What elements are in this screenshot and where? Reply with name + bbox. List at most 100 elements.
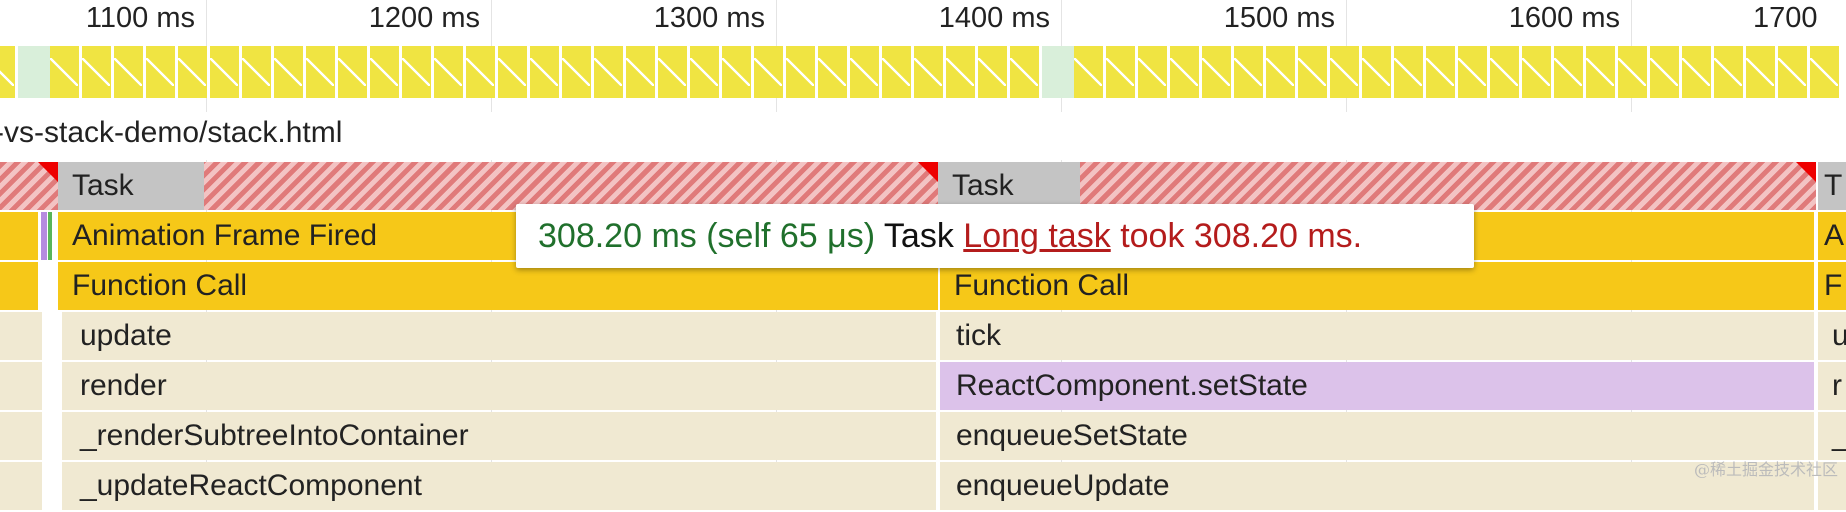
dropped-frame[interactable] — [1650, 46, 1679, 98]
js-frame-block[interactable]: u — [1818, 312, 1846, 360]
update-component-frame[interactable]: _updateReactComponent — [62, 462, 936, 510]
dropped-frame[interactable] — [178, 46, 207, 98]
tooltip-warning-text: took 308.20 ms. — [1120, 217, 1363, 255]
tick-label: 1300 ms — [653, 2, 765, 34]
dropped-frame[interactable] — [1234, 46, 1263, 98]
dropped-frame[interactable] — [0, 46, 15, 98]
frames-track[interactable] — [0, 46, 1846, 98]
dropped-frame[interactable] — [1746, 46, 1775, 98]
dropped-frame[interactable] — [1522, 46, 1551, 98]
dropped-frame[interactable] — [1554, 46, 1583, 98]
dropped-frame[interactable] — [1106, 46, 1135, 98]
dropped-frame[interactable] — [818, 46, 847, 98]
dropped-frame[interactable] — [1138, 46, 1167, 98]
dropped-frame[interactable] — [114, 46, 143, 98]
long-task-block[interactable]: Task — [58, 162, 938, 210]
dropped-frame[interactable] — [338, 46, 367, 98]
dropped-frame[interactable] — [466, 46, 495, 98]
tick-label: 1600 ms — [1508, 2, 1620, 34]
set-state-frame[interactable]: ReactComponent.setState — [940, 362, 1814, 410]
dropped-frame[interactable] — [1266, 46, 1295, 98]
dropped-frame[interactable] — [1714, 46, 1743, 98]
dropped-frame[interactable] — [914, 46, 943, 98]
long-task-link[interactable]: Long task — [963, 217, 1110, 255]
dropped-frame[interactable] — [1010, 46, 1039, 98]
dropped-frame[interactable] — [1618, 46, 1647, 98]
dropped-frame[interactable] — [978, 46, 1007, 98]
dropped-frame[interactable] — [306, 46, 335, 98]
dropped-frame[interactable] — [786, 46, 815, 98]
dropped-frame[interactable] — [594, 46, 623, 98]
dropped-frame[interactable] — [434, 46, 463, 98]
dropped-frame[interactable] — [146, 46, 175, 98]
dropped-frame[interactable] — [1778, 46, 1807, 98]
dropped-frame[interactable] — [242, 46, 271, 98]
dropped-frame[interactable] — [498, 46, 527, 98]
dropped-frame[interactable] — [882, 46, 911, 98]
dropped-frame[interactable] — [402, 46, 431, 98]
js-frame-block[interactable] — [0, 312, 42, 360]
function-call-block[interactable] — [0, 262, 38, 310]
render-subtree-frame[interactable]: _renderSubtreeIntoContainer — [62, 412, 936, 460]
dropped-frame[interactable] — [1362, 46, 1391, 98]
dropped-frame[interactable] — [690, 46, 719, 98]
dropped-frame[interactable] — [1202, 46, 1231, 98]
enqueue-set-state-frame[interactable]: enqueueSetState — [940, 412, 1814, 460]
call-stack-row: _updateReactComponent enqueueUpdate — [0, 462, 1846, 512]
dropped-frame[interactable] — [1426, 46, 1455, 98]
dropped-frame[interactable] — [530, 46, 559, 98]
tick-frame[interactable]: tick — [940, 312, 1814, 360]
dropped-frame[interactable] — [50, 46, 79, 98]
tick-label: 1100 ms — [85, 2, 195, 34]
task-label: Task — [938, 162, 1080, 210]
dropped-frame[interactable] — [1586, 46, 1615, 98]
dropped-frame[interactable] — [1394, 46, 1423, 98]
task-tooltip: 308.20 ms (self 65 μs) Task Long task to… — [516, 204, 1474, 268]
js-frame-block[interactable]: r — [1818, 362, 1846, 410]
dropped-frame[interactable] — [946, 46, 975, 98]
tick-label: 1700 — [1753, 2, 1818, 34]
function-call-block[interactable]: Function Call — [58, 262, 938, 310]
dropped-frame[interactable] — [1074, 46, 1103, 98]
dropped-frame[interactable] — [850, 46, 879, 98]
task-block[interactable]: T — [1818, 162, 1846, 210]
time-ruler[interactable]: 1100 ms 1200 ms 1300 ms 1400 ms 1500 ms … — [0, 0, 1846, 40]
dropped-frame[interactable] — [1298, 46, 1327, 98]
js-frame-block[interactable] — [0, 462, 42, 510]
task-block[interactable] — [0, 162, 58, 210]
dropped-frame[interactable] — [274, 46, 303, 98]
dropped-frame[interactable] — [370, 46, 399, 98]
dropped-frame[interactable] — [210, 46, 239, 98]
function-call-row: Function Call Function Call F — [0, 262, 1846, 312]
dropped-frame[interactable] — [754, 46, 783, 98]
task-label: Task — [58, 162, 204, 210]
call-stack-row: update tick u — [0, 312, 1846, 362]
main-thread-header: -vs-stack-demo/stack.html — [0, 112, 1846, 160]
tick-label: 1200 ms — [368, 2, 480, 34]
dropped-frame[interactable] — [562, 46, 591, 98]
tick-label: 1400 ms — [938, 2, 1050, 34]
dropped-frame[interactable] — [1458, 46, 1487, 98]
function-call-block[interactable]: Function Call — [940, 262, 1814, 310]
js-frame-block[interactable] — [0, 362, 42, 410]
dropped-frame[interactable] — [82, 46, 111, 98]
function-call-block[interactable]: F — [1818, 262, 1846, 310]
dropped-frame[interactable] — [1170, 46, 1199, 98]
animation-frame-fired-block[interactable]: A — [1818, 212, 1846, 260]
dropped-frame[interactable] — [1682, 46, 1711, 98]
render-frame[interactable]: render — [62, 362, 936, 410]
dropped-frame[interactable] — [1810, 46, 1839, 98]
event-marker[interactable] — [41, 212, 47, 260]
animation-frame-block[interactable] — [0, 212, 38, 260]
js-frame-block[interactable] — [0, 412, 42, 460]
dropped-frame[interactable] — [722, 46, 751, 98]
js-frame-block[interactable]: _ — [1818, 412, 1846, 460]
enqueue-update-frame[interactable]: enqueueUpdate — [940, 462, 1814, 510]
long-task-block[interactable]: Task — [938, 162, 1816, 210]
dropped-frame[interactable] — [658, 46, 687, 98]
update-frame[interactable]: update — [62, 312, 936, 360]
dropped-frame[interactable] — [1330, 46, 1359, 98]
dropped-frame[interactable] — [626, 46, 655, 98]
event-marker[interactable] — [48, 212, 52, 260]
dropped-frame[interactable] — [1490, 46, 1519, 98]
